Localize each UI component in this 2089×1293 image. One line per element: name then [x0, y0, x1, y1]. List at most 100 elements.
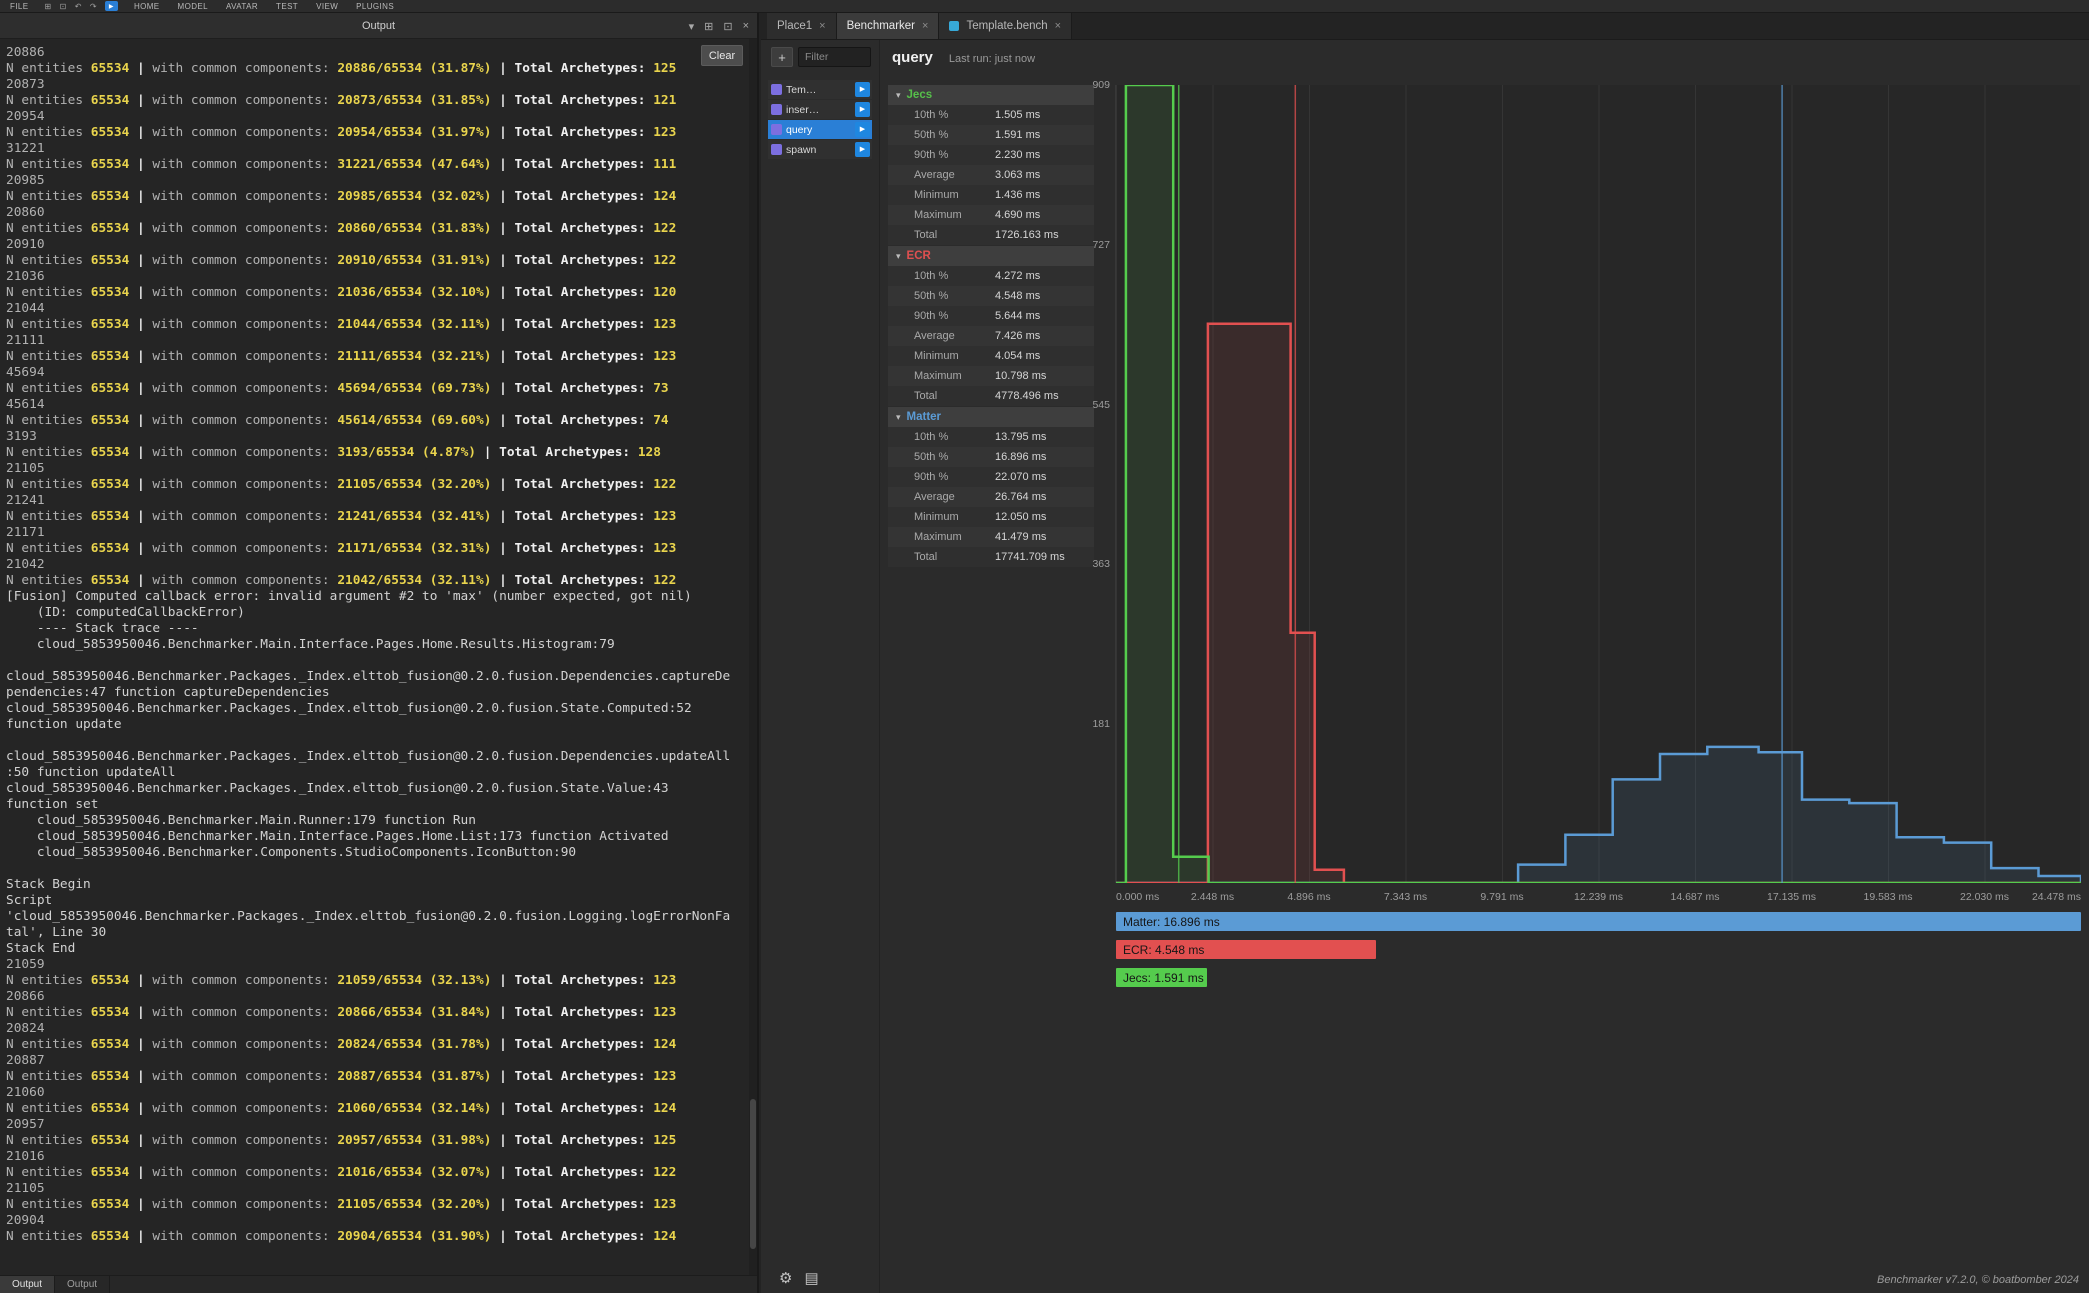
- tab-template-bench[interactable]: Template.bench×: [939, 13, 1072, 39]
- legend-label: ECR: 4.548 ms: [1116, 943, 1204, 957]
- stat-label: Minimum: [914, 189, 959, 201]
- log-line: 21105: [6, 1181, 749, 1197]
- log-line: N entities 65534 | with common component…: [6, 1229, 749, 1245]
- y-axis-label: 727: [1064, 239, 1110, 251]
- tab-place1[interactable]: Place1×: [767, 13, 837, 39]
- log-line: cloud_5853950046.Benchmarker.Packages._I…: [6, 669, 749, 685]
- log-line: function update: [6, 717, 749, 733]
- benchmark-file-icon: [771, 144, 782, 155]
- close-icon[interactable]: ×: [1055, 20, 1061, 32]
- log-line: 20910: [6, 237, 749, 253]
- run-benchmark-button[interactable]: ▶: [855, 102, 870, 117]
- run-benchmark-button[interactable]: ▶: [855, 142, 870, 157]
- log-line: cloud_5853950046.Benchmarker.Main.Interf…: [6, 829, 749, 845]
- y-axis-label: 545: [1064, 399, 1110, 411]
- redo-icon[interactable]: ↷: [90, 2, 97, 11]
- benchmark-item-label: inser…: [786, 104, 851, 116]
- new-file-icon[interactable]: ⊞: [45, 2, 52, 11]
- menu-model[interactable]: MODEL: [178, 2, 208, 11]
- log-line: 21044: [6, 301, 749, 317]
- clear-button[interactable]: Clear: [701, 45, 743, 66]
- stat-label: Total: [914, 551, 937, 563]
- log-line: Stack End: [6, 941, 749, 957]
- stat-label: 50th %: [914, 129, 948, 141]
- menu-home[interactable]: HOME: [134, 2, 160, 11]
- stat-value: 41.479 ms: [995, 531, 1046, 543]
- stat-label: Total: [914, 229, 937, 241]
- stats-section-name: Matter: [907, 411, 942, 423]
- stat-row: Maximum10.798 ms: [888, 366, 1094, 386]
- stat-value: 16.896 ms: [995, 451, 1046, 463]
- log-line: [6, 653, 749, 669]
- menu-plugins[interactable]: PLUGINS: [356, 2, 394, 11]
- output-dock-tab[interactable]: Output: [0, 1276, 55, 1293]
- dock-options-icon[interactable]: ⊞: [704, 20, 713, 33]
- stat-value: 1.436 ms: [995, 189, 1040, 201]
- log-line: 21016: [6, 1149, 749, 1165]
- legend-bar-jecs: Jecs: 1.591 ms: [1116, 968, 1207, 987]
- stat-value: 7.426 ms: [995, 330, 1040, 342]
- stat-row: Maximum4.690 ms: [888, 205, 1094, 225]
- stat-value: 1.591 ms: [995, 129, 1040, 141]
- stat-value: 17741.709 ms: [995, 551, 1065, 563]
- log-line: 20824: [6, 1021, 749, 1037]
- stat-value: 4.690 ms: [995, 209, 1040, 221]
- benchmark-item[interactable]: spawn▶: [768, 140, 872, 159]
- menu-view[interactable]: VIEW: [316, 2, 338, 11]
- menu-avatar[interactable]: AVATAR: [226, 2, 258, 11]
- stat-value: 22.070 ms: [995, 471, 1046, 483]
- benchmark-item[interactable]: inser… ▶: [768, 100, 872, 119]
- stat-value: 2.230 ms: [995, 149, 1040, 161]
- log-line: :50 function updateAll: [6, 765, 749, 781]
- run-benchmark-button[interactable]: ▶: [855, 82, 870, 97]
- tab-benchmarker[interactable]: Benchmarker×: [837, 13, 940, 39]
- log-line: 21105: [6, 461, 749, 477]
- scrollbar-thumb[interactable]: [750, 1099, 756, 1249]
- x-axis-label: 17.135 ms: [1752, 891, 1832, 903]
- stat-value: 3.063 ms: [995, 169, 1040, 181]
- float-window-icon[interactable]: ⊡: [723, 20, 732, 33]
- benchmark-item[interactable]: query▶: [768, 120, 872, 139]
- stat-row: Minimum12.050 ms: [888, 507, 1094, 527]
- stat-row: 10th %4.272 ms: [888, 266, 1094, 286]
- log-line: N entities 65534 | with common component…: [6, 1005, 749, 1021]
- y-axis-label: 909: [1064, 79, 1110, 91]
- stat-row: Average3.063 ms: [888, 165, 1094, 185]
- log-line: N entities 65534 | with common component…: [6, 1037, 749, 1053]
- run-benchmark-button[interactable]: ▶: [855, 122, 870, 137]
- chevron-down-icon[interactable]: ▾: [689, 20, 695, 33]
- filter-input[interactable]: [798, 47, 871, 67]
- add-benchmark-button[interactable]: +: [771, 47, 793, 67]
- pane-divider: [879, 40, 880, 1293]
- stat-label: 10th %: [914, 270, 948, 282]
- stat-value: 4.054 ms: [995, 350, 1040, 362]
- menu-test[interactable]: TEST: [276, 2, 298, 11]
- stat-label: 90th %: [914, 310, 948, 322]
- log-line: 20866: [6, 989, 749, 1005]
- stat-label: Maximum: [914, 531, 962, 543]
- benchmark-item[interactable]: Tem…▶: [768, 80, 872, 99]
- benchmark-file-icon: [771, 124, 782, 135]
- stat-value: 13.795 ms: [995, 431, 1046, 443]
- save-icon[interactable]: ⊡: [60, 2, 67, 11]
- log-line: 'cloud_5853950046.Benchmarker.Packages._…: [6, 909, 749, 925]
- undo-icon[interactable]: ↶: [75, 2, 82, 11]
- play-icon[interactable]: ▶: [105, 1, 118, 11]
- output-log[interactable]: 20886N entities 65534 | with common comp…: [0, 39, 749, 1275]
- y-axis-label: 181: [1064, 718, 1110, 730]
- stat-row: 10th %1.505 ms: [888, 105, 1094, 125]
- close-icon[interactable]: ×: [819, 20, 825, 32]
- menu-tabs: HOME MODEL AVATAR TEST VIEW PLUGINS: [134, 2, 394, 11]
- menu-file[interactable]: FILE: [10, 2, 29, 11]
- x-axis-label: 7.343 ms: [1366, 891, 1446, 903]
- close-icon[interactable]: ×: [922, 20, 928, 32]
- log-line: N entities 65534 | with common component…: [6, 413, 749, 429]
- output-scrollbar[interactable]: [749, 39, 757, 1275]
- output-dock-tab[interactable]: Output: [55, 1276, 110, 1293]
- close-icon[interactable]: ×: [743, 20, 749, 32]
- docs-icon[interactable]: ▤: [804, 1269, 818, 1287]
- benchmarker-panel: Place1×Benchmarker×Template.bench× + Tem…: [761, 13, 2089, 1293]
- gear-icon[interactable]: ⚙: [779, 1269, 792, 1287]
- log-line: 21036: [6, 269, 749, 285]
- output-panel-header[interactable]: Output ▾ ⊞ ⊡ ×: [0, 13, 757, 39]
